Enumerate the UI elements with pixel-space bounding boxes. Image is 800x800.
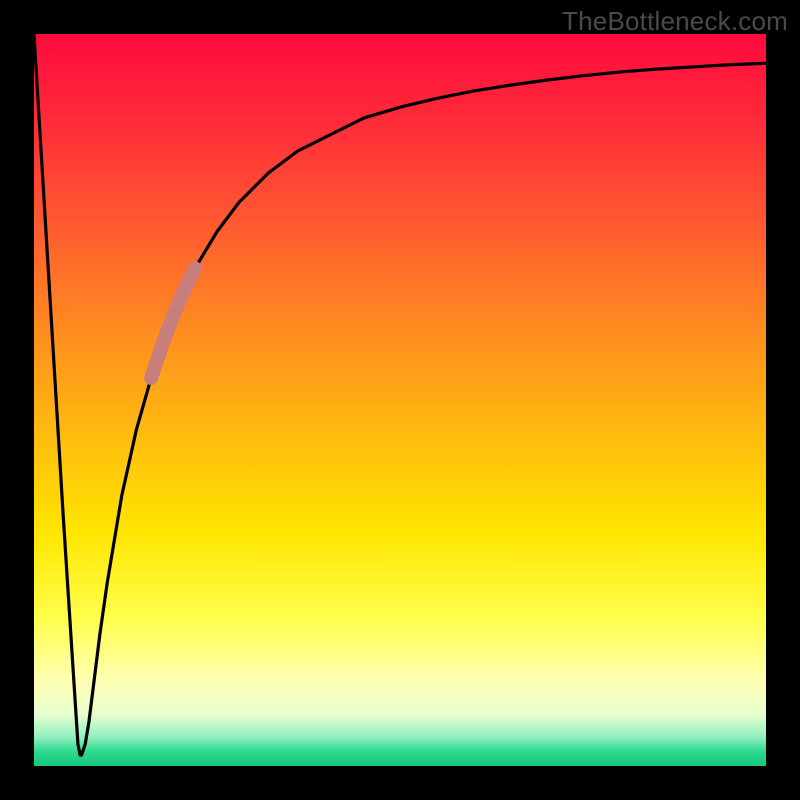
chart-container: TheBottleneck.com (0, 0, 800, 800)
plot-background-gradient (34, 34, 766, 766)
attribution-text: TheBottleneck.com (562, 6, 788, 37)
